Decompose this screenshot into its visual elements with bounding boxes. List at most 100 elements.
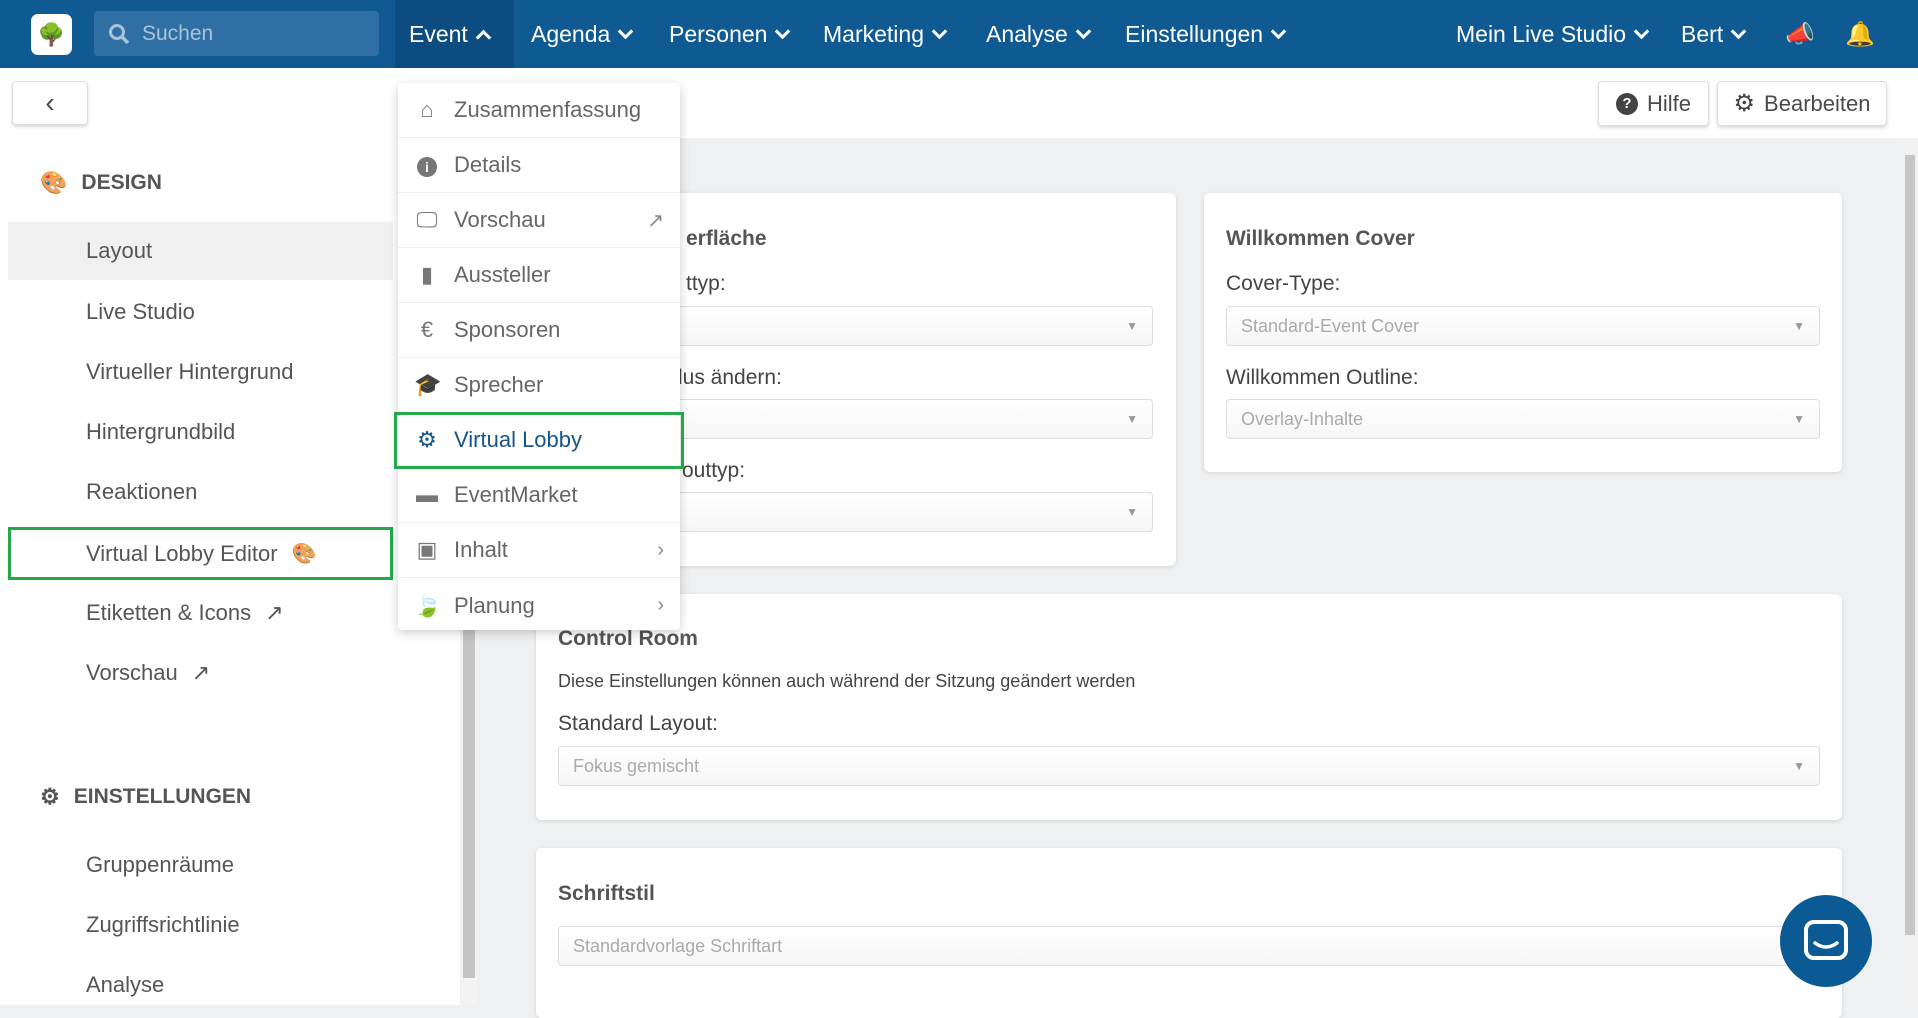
chevron-up-icon	[475, 29, 492, 45]
sidebar-item-label: Etiketten & Icons	[86, 600, 252, 625]
dropdown-arrow-icon: ▼	[1793, 319, 1805, 333]
sidebar-item-label: Zugriffsrichtlinie	[86, 912, 240, 937]
chat-icon	[1804, 920, 1848, 960]
field-label: Cover-Type:	[1226, 272, 1341, 295]
menu-item-label: Inhalt	[454, 537, 508, 562]
help-button[interactable]: ? Hilfe	[1598, 81, 1709, 126]
sidebar-item-virtual-background[interactable]: Virtueller Hintergrund	[8, 343, 393, 401]
menu-item-content[interactable]: ▣ Inhalt ›	[398, 523, 680, 578]
home-icon: ⌂	[420, 97, 434, 122]
nav-label: Event	[409, 20, 468, 47]
nav-marketing[interactable]: Marketing	[809, 0, 959, 68]
settings-section-header: ⚙ EINSTELLUNGEN	[40, 784, 251, 810]
chevron-right-icon: ›	[657, 594, 664, 616]
app-logo[interactable]: 🌳	[31, 14, 72, 55]
monitor-icon: 🖵	[416, 207, 438, 232]
chevron-right-icon: ›	[657, 538, 664, 561]
event-dropdown-menu: ⌂ Zusammenfassung i Details 🖵 Vorschau ↗ ▮ Au…	[394, 83, 684, 633]
menu-item-label: Sponsoren	[454, 317, 561, 342]
search-input[interactable]: Suchen	[94, 11, 379, 56]
menu-item-virtual-lobby[interactable]: ⚙ Virtual Lobby	[394, 412, 684, 469]
nav-event[interactable]: Event	[395, 0, 514, 68]
user-menu[interactable]: Bert	[1667, 0, 1758, 68]
search-placeholder: Suchen	[142, 21, 214, 45]
sidebar-item-background-image[interactable]: Hintergrundbild	[8, 403, 393, 461]
palette-icon: 🎨	[40, 170, 68, 195]
font-style-select[interactable]: Standardvorlage Schriftart▼	[558, 926, 1820, 966]
nav-einstellungen[interactable]: Einstellungen	[1111, 0, 1298, 68]
sidebar-item-reactions[interactable]: Reaktionen	[8, 463, 393, 521]
bell-icon[interactable]: 🔔	[1835, 0, 1885, 68]
nav-label: Personen	[669, 20, 768, 47]
sidebar-item-label: Analyse	[86, 972, 165, 997]
main-scrollbar[interactable]	[1902, 141, 1918, 1005]
nav-personen[interactable]: Personen	[655, 0, 802, 68]
external-link-icon: ↗	[191, 660, 211, 685]
cover-type-select[interactable]: Standard-Event Cover ▼	[1226, 306, 1820, 346]
nav-label: Mein Live Studio	[1456, 20, 1627, 47]
menu-item-eventmarket[interactable]: ▬ EventMarket	[398, 468, 680, 523]
leaf-icon: 🍃	[414, 592, 442, 618]
nav-live-studio[interactable]: Mein Live Studio	[1442, 0, 1661, 68]
sidebar-item-label: Vorschau	[86, 660, 178, 685]
dropdown-arrow-icon: ▼	[1793, 759, 1805, 773]
chevron-left-icon: ‹	[45, 87, 55, 118]
chevron-down-icon	[1730, 23, 1747, 39]
section-title: DESIGN	[81, 171, 162, 194]
menu-item-label: Vorschau	[454, 207, 546, 232]
card-description: Diese Einstellungen können auch während …	[558, 671, 1136, 691]
menu-item-details[interactable]: i Details	[398, 138, 680, 193]
dropdown-arrow-icon: ▼	[1793, 412, 1805, 426]
menu-item-preview[interactable]: 🖵 Vorschau ↗	[398, 193, 680, 248]
sidebar-item-labels-icons[interactable]: Etiketten & Icons ↗	[8, 584, 393, 642]
sidebar-item-layout[interactable]: Layout	[8, 222, 393, 280]
booth-icon: ▮	[420, 262, 434, 287]
image-icon: ▣	[416, 537, 438, 562]
nav-analyse[interactable]: Analyse	[972, 0, 1103, 68]
sidebar-item-access-policy[interactable]: Zugriffsrichtlinie	[8, 896, 393, 954]
chat-launcher-button[interactable]	[1780, 895, 1872, 987]
field-label: Standard Layout:	[558, 712, 718, 735]
menu-item-summary[interactable]: ⌂ Zusammenfassung	[398, 83, 680, 138]
field-label: ttyp:	[686, 272, 726, 295]
select-value: Overlay-Inhalte	[1241, 408, 1364, 429]
field-label: outtyp:	[682, 459, 746, 482]
dropdown-arrow-icon: ▼	[1126, 505, 1138, 519]
dropdown-arrow-icon: ▼	[1126, 412, 1138, 426]
sidebar-item-preview[interactable]: Vorschau ↗	[8, 644, 393, 702]
sidebar-item-label: Virtual Lobby Editor	[86, 540, 278, 566]
help-label: Hilfe	[1646, 90, 1691, 116]
store-icon: ▬	[416, 482, 438, 507]
sidebar-item-live-studio[interactable]: Live Studio	[8, 283, 393, 341]
edit-button[interactable]: ⚙ Bearbeiten	[1717, 81, 1887, 126]
sidebar-item-analytics[interactable]: Analyse	[8, 956, 393, 1014]
select-value: Standard-Event Cover	[1241, 315, 1420, 336]
welcome-cover-card: Willkommen Cover Cover-Type: Standard-Ev…	[1204, 193, 1842, 472]
field-label: Willkommen Outline:	[1226, 366, 1419, 389]
menu-item-exhibitors[interactable]: ▮ Aussteller	[398, 248, 680, 303]
palette-icon: 🎨	[291, 543, 317, 565]
gears-icon: ⚙	[417, 427, 437, 452]
menu-item-planning[interactable]: 🍃 Planung ›	[398, 578, 680, 633]
sidebar-item-group-rooms[interactable]: Gruppenräume	[8, 836, 393, 894]
sidebar-item-virtual-lobby-editor[interactable]: Virtual Lobby Editor 🎨	[8, 527, 393, 580]
nav-label: Analyse	[986, 20, 1068, 47]
menu-item-label: Aussteller	[454, 262, 551, 287]
nav-label: Agenda	[531, 20, 611, 47]
chevron-down-icon	[775, 23, 791, 39]
menu-item-label: EventMarket	[454, 482, 578, 507]
external-link-icon: ↗	[647, 209, 664, 232]
back-button[interactable]: ‹	[12, 81, 88, 125]
sidebar-item-label: Layout	[86, 238, 153, 263]
nav-agenda[interactable]: Agenda	[517, 0, 645, 68]
menu-item-label: Zusammenfassung	[454, 97, 642, 122]
gears-icon: ⚙	[40, 784, 60, 809]
menu-item-speakers[interactable]: 🎓 Sprecher	[398, 358, 680, 413]
standard-layout-select[interactable]: Fokus gemischt ▼	[558, 746, 1820, 786]
user-name: Bert	[1681, 20, 1724, 47]
welcome-outline-select[interactable]: Overlay-Inhalte ▼	[1226, 399, 1820, 439]
top-navbar: 🌳 Suchen Event Agenda Personen Marketing…	[0, 0, 1918, 68]
megaphone-icon[interactable]: 📣	[1775, 0, 1825, 68]
menu-item-sponsors[interactable]: € Sponsoren	[398, 303, 680, 358]
sidebar-item-label: Reaktionen	[86, 479, 198, 504]
